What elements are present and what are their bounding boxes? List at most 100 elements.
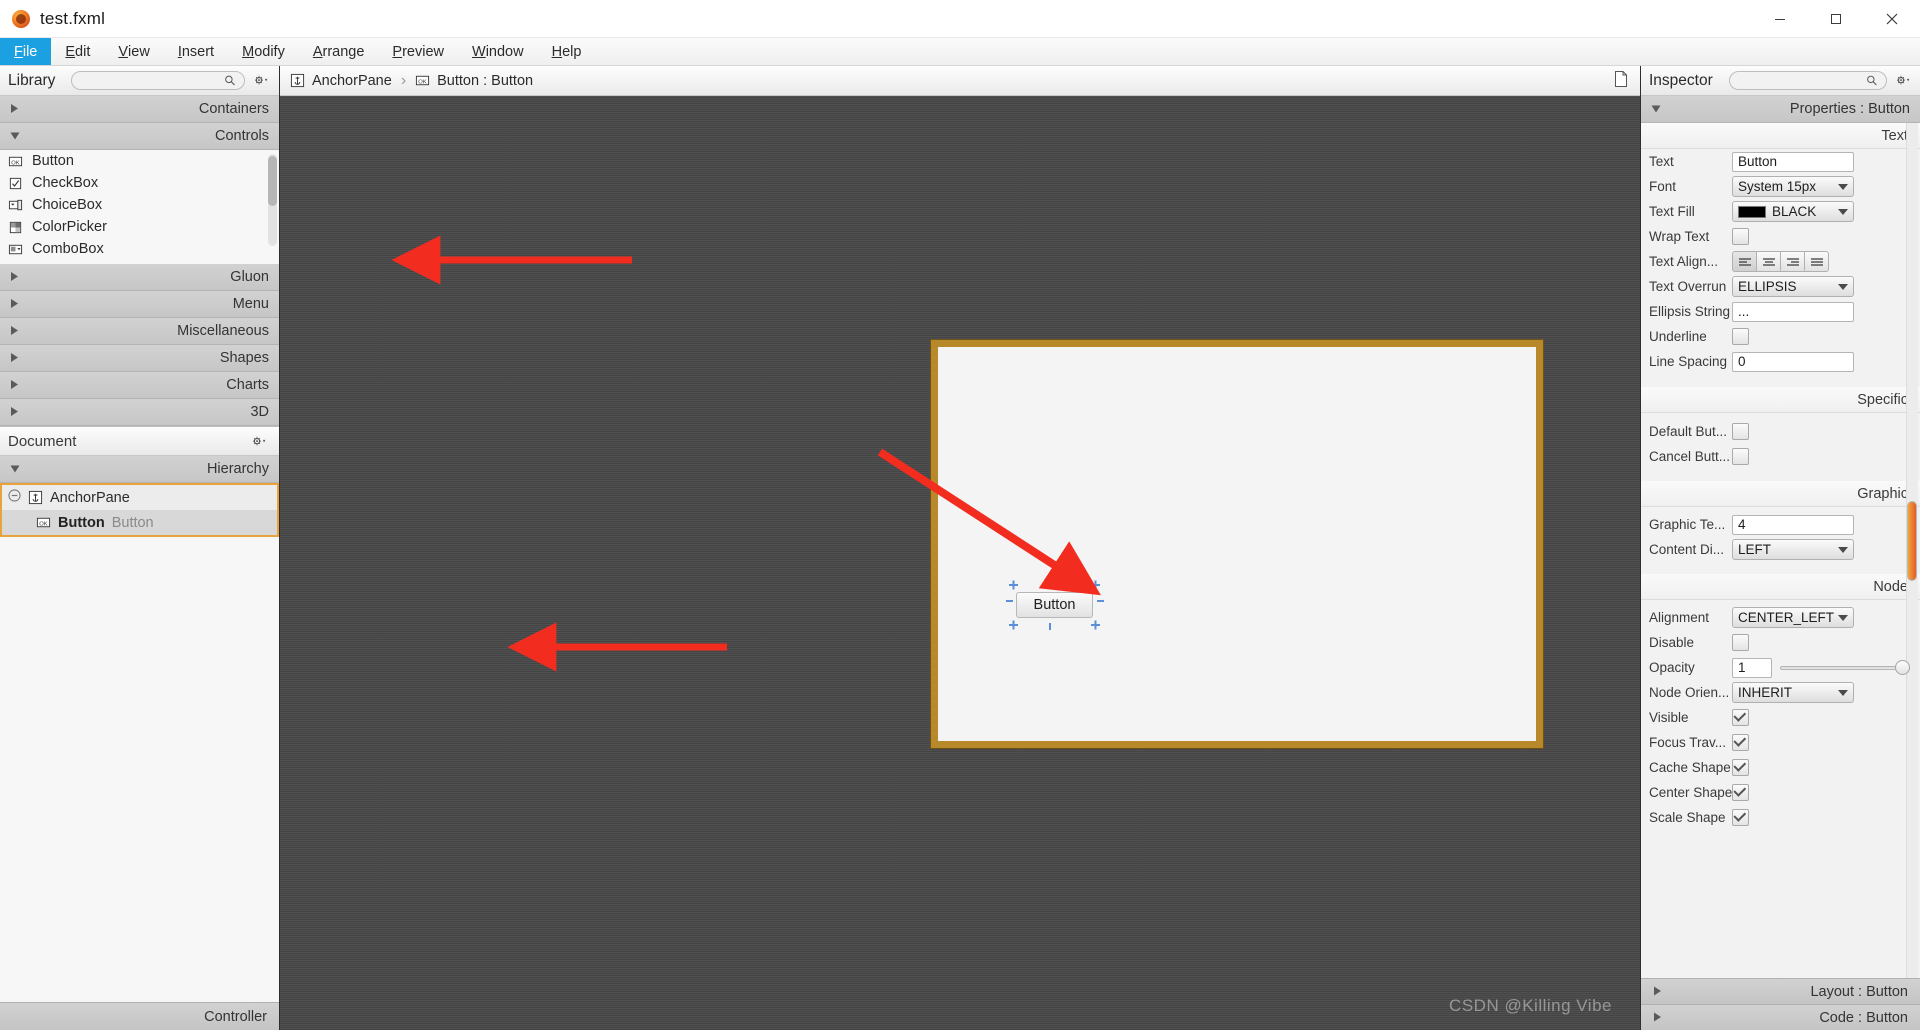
- inspector-scrollbar-thumb[interactable]: [1907, 501, 1917, 581]
- prop-label: Scale Shape: [1649, 810, 1726, 825]
- menu-insert[interactable]: Insert: [164, 38, 228, 65]
- library-section-gluon[interactable]: Gluon: [0, 264, 279, 291]
- library-item-colorpicker[interactable]: ColorPicker: [0, 216, 279, 238]
- breadcrumb-root[interactable]: AnchorPane: [290, 73, 392, 89]
- default-button-checkbox[interactable]: [1732, 423, 1749, 440]
- library-item-combobox[interactable]: ComboBox: [0, 238, 279, 260]
- library-item-label: ChoiceBox: [32, 197, 103, 213]
- document-gear-icon[interactable]: [249, 431, 269, 451]
- collapse-icon[interactable]: [8, 489, 21, 506]
- canvas-button-label: Button: [1033, 597, 1076, 613]
- prop-label: Content Di...: [1649, 542, 1725, 557]
- alignment-combo[interactable]: CENTER_LEFT: [1732, 607, 1854, 628]
- visible-checkbox[interactable]: [1732, 709, 1749, 726]
- underline-checkbox[interactable]: [1732, 328, 1749, 345]
- graphic-text-gap-field[interactable]: 4: [1732, 514, 1854, 535]
- prop-text: Text Button: [1641, 149, 1920, 174]
- hierarchy-section-header[interactable]: Hierarchy: [0, 456, 279, 483]
- library-section-label: 3D: [250, 404, 269, 420]
- tree-row-button[interactable]: OK Button Button: [2, 510, 277, 535]
- slider-knob[interactable]: [1895, 660, 1910, 675]
- align-center-icon[interactable]: [1756, 251, 1781, 272]
- line-spacing-field[interactable]: 0: [1732, 351, 1854, 372]
- scale-shape-checkbox[interactable]: [1732, 809, 1749, 826]
- library-panel-title: Library: [0, 66, 279, 96]
- chevron-right-icon: [10, 101, 19, 118]
- align-left-icon[interactable]: [1732, 251, 1757, 272]
- opacity-field[interactable]: 1: [1732, 657, 1772, 678]
- chevron-down-icon: [1651, 101, 1661, 118]
- canvas-button[interactable]: Button: [1016, 592, 1093, 618]
- library-item-choicebox[interactable]: ChoiceBox: [0, 194, 279, 216]
- prop-graphic-text-gap: Graphic Te... 4: [1641, 512, 1920, 537]
- menu-arrange[interactable]: Arrange: [299, 38, 379, 65]
- chevron-down-icon: [1838, 614, 1848, 621]
- library-gear-icon[interactable]: [253, 71, 271, 91]
- combo-value: ELLIPSIS: [1738, 279, 1797, 294]
- font-combo[interactable]: System 15px: [1732, 176, 1854, 197]
- inspector-properties-header[interactable]: Properties : Button: [1641, 96, 1920, 123]
- ellipsis-string-field[interactable]: ...: [1732, 301, 1854, 322]
- layout-section-header[interactable]: Layout : Button: [1641, 978, 1920, 1004]
- library-section-menu[interactable]: Menu: [0, 291, 279, 318]
- library-section-3d[interactable]: 3D: [0, 399, 279, 426]
- library-item-label: ColorPicker: [32, 219, 107, 235]
- opacity-slider[interactable]: [1780, 658, 1910, 678]
- library-section-miscellaneous[interactable]: Miscellaneous: [0, 318, 279, 345]
- inspector-search-box[interactable]: [1728, 71, 1888, 90]
- document-icon[interactable]: [1614, 70, 1628, 91]
- design-canvas[interactable]: Button CSDN @Killing Vibe: [280, 96, 1640, 1030]
- code-section-header[interactable]: Code : Button: [1641, 1004, 1920, 1030]
- tree-row-anchorpane[interactable]: AnchorPane: [2, 485, 277, 510]
- cancel-button-checkbox[interactable]: [1732, 448, 1749, 465]
- prop-label: Font: [1649, 179, 1677, 194]
- library-item-button[interactable]: OK Button: [0, 150, 279, 172]
- focus-traversable-checkbox[interactable]: [1732, 734, 1749, 751]
- svg-text:OK: OK: [39, 521, 48, 527]
- hierarchy-selection-frame: AnchorPane OK Button Button: [0, 483, 279, 537]
- wrap-text-checkbox[interactable]: [1732, 228, 1749, 245]
- minimize-icon[interactable]: [1752, 0, 1808, 38]
- library-item-checkbox[interactable]: CheckBox: [0, 172, 279, 194]
- chevron-down-icon: [1838, 208, 1848, 215]
- menu-file[interactable]: File: [0, 38, 52, 65]
- cache-shape-checkbox[interactable]: [1732, 759, 1749, 776]
- text-overrun-combo[interactable]: ELLIPSIS: [1732, 276, 1854, 297]
- align-justify-icon[interactable]: [1804, 251, 1829, 272]
- library-section-charts[interactable]: Charts: [0, 372, 279, 399]
- library-section-controls[interactable]: Controls: [0, 123, 279, 150]
- anchorpane-stage[interactable]: [931, 340, 1543, 748]
- menu-edit[interactable]: Edit: [51, 38, 104, 65]
- library-search-box[interactable]: [71, 71, 245, 90]
- inspector-gear-icon[interactable]: [1895, 71, 1912, 91]
- text-field[interactable]: Button: [1732, 151, 1854, 172]
- menu-bar: File Edit View Insert Modify Arrange Pre…: [0, 38, 1920, 66]
- hierarchy-label: Hierarchy: [206, 461, 269, 477]
- menu-modify[interactable]: Modify: [228, 38, 299, 65]
- menu-view[interactable]: View: [104, 38, 163, 65]
- text-fill-combo[interactable]: BLACK: [1732, 201, 1854, 222]
- combo-value: System 15px: [1738, 179, 1817, 194]
- menu-preview[interactable]: Preview: [378, 38, 458, 65]
- disable-checkbox[interactable]: [1732, 634, 1749, 651]
- library-section-containers[interactable]: Containers: [0, 96, 279, 123]
- controller-section-header[interactable]: Controller: [0, 1002, 279, 1030]
- node-orientation-combo[interactable]: INHERIT: [1732, 682, 1854, 703]
- prop-label: Text Align...: [1649, 254, 1719, 269]
- search-icon: [224, 75, 235, 86]
- inspector-search-input[interactable]: [1737, 73, 1867, 88]
- library-search-input[interactable]: [80, 73, 224, 88]
- menu-window[interactable]: Window: [458, 38, 538, 65]
- content-display-combo[interactable]: LEFT: [1732, 539, 1854, 560]
- center-shape-checkbox[interactable]: [1732, 784, 1749, 801]
- prop-cancel-button: Cancel Butt...: [1641, 444, 1920, 469]
- menu-help[interactable]: Help: [538, 38, 596, 65]
- library-section-shapes[interactable]: Shapes: [0, 345, 279, 372]
- breadcrumb-leaf[interactable]: OK Button : Button: [415, 73, 533, 89]
- prop-alignment: Alignment CENTER_LEFT: [1641, 605, 1920, 630]
- close-icon[interactable]: [1864, 0, 1920, 38]
- prop-label: Underline: [1649, 329, 1707, 344]
- align-right-icon[interactable]: [1780, 251, 1805, 272]
- library-scrollbar-thumb[interactable]: [268, 156, 277, 206]
- maximize-icon[interactable]: [1808, 0, 1864, 38]
